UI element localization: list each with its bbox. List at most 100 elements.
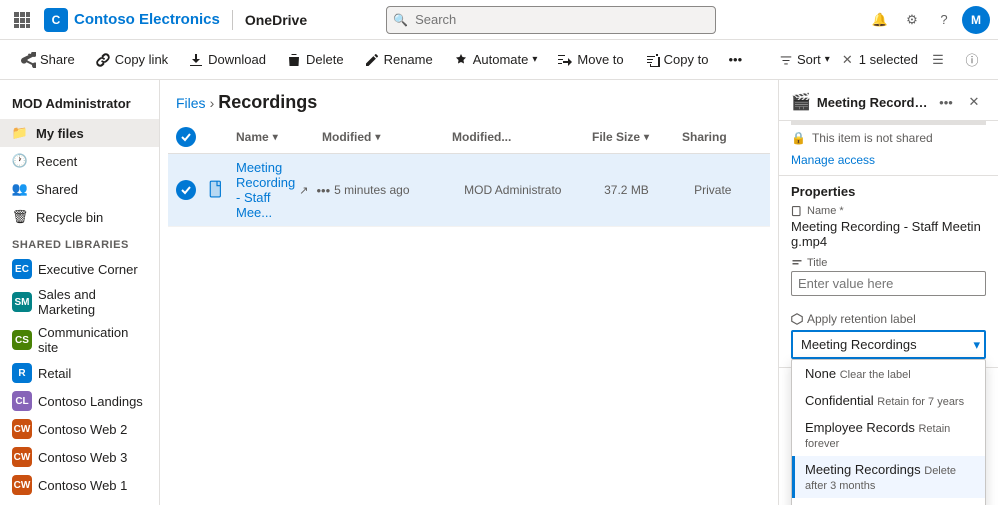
more-options-icon[interactable]: ••• <box>312 183 334 198</box>
lock-icon: 🔒 <box>791 131 806 145</box>
info-button[interactable]: ⓘ <box>958 46 986 74</box>
retention-label-section: Apply retention label Meeting Recordings… <box>779 308 998 363</box>
dropdown-item-personal-financial[interactable]: Personal Financial PII Retain for 3 year… <box>792 498 985 505</box>
title-input[interactable] <box>791 271 986 296</box>
shared-icon: 👥 <box>12 181 28 197</box>
close-filter-icon[interactable]: ✕ <box>842 52 853 68</box>
delete-button[interactable]: Delete <box>278 48 352 72</box>
breadcrumb-parent[interactable]: Files <box>176 95 206 111</box>
copy-to-button[interactable]: Copy to <box>636 48 717 72</box>
manage-access-link[interactable]: Manage access <box>779 151 998 175</box>
retail-avatar: R <box>12 363 32 383</box>
header-modified-by: Modified... <box>452 130 592 144</box>
size-sort-icon: ▾ <box>644 132 649 143</box>
header-check[interactable] <box>176 127 208 147</box>
sidebar-item-contoso-web2[interactable]: CW Contoso Web 2 <box>0 415 159 443</box>
more-button[interactable]: ••• <box>720 48 750 71</box>
download-button[interactable]: Download <box>180 48 274 72</box>
app-name: Contoso Electronics <box>74 11 220 28</box>
name-sort-icon: ▾ <box>273 132 278 143</box>
file-list-header: Name ▾ Modified ▾ Modified... File Size … <box>168 121 770 154</box>
row-check[interactable] <box>176 180 208 200</box>
file-type-icon <box>208 180 236 201</box>
panel-file-icon: 🎬 <box>791 92 811 112</box>
breadcrumb-separator: › <box>210 95 215 111</box>
logo-icon: C <box>44 8 68 32</box>
modified-cell: 5 minutes ago <box>334 183 464 197</box>
sidebar-item-recycle-bin[interactable]: 🗑 Recycle bin <box>0 203 159 231</box>
name-label: Name * <box>791 205 986 217</box>
sidebar-item-my-files[interactable]: 📁 My files <box>0 119 159 147</box>
content-area: Files › Recordings Name ▾ Modified ▾ <box>160 80 778 505</box>
retention-label-header: Apply retention label <box>791 312 986 326</box>
settings-button[interactable]: ⚙ <box>898 6 926 34</box>
header-name[interactable]: Name ▾ <box>236 130 322 144</box>
sidebar-user: MOD Administrator <box>0 88 159 119</box>
sidebar-item-executive-corner[interactable]: EC Executive Corner <box>0 255 159 283</box>
file-list: Name ▾ Modified ▾ Modified... File Size … <box>160 121 778 505</box>
share-button[interactable]: Share <box>12 48 83 72</box>
shared-libraries-label: Shared libraries <box>0 231 159 255</box>
file-name-value: Meeting Recording - Staff Meeting.mp4 <box>791 219 986 249</box>
retention-dropdown[interactable]: Meeting Recordings ▾ None Clear the labe… <box>791 330 986 359</box>
automate-button[interactable]: Automate ▾ <box>445 48 546 72</box>
sidebar-item-contoso-web3[interactable]: CW Contoso Web 3 <box>0 443 159 471</box>
help-button[interactable]: ? <box>930 6 958 34</box>
app-logo: C Contoso Electronics <box>44 8 220 32</box>
command-bar: Share Copy link Download Delete Rename A… <box>0 40 998 80</box>
contoso-landings-avatar: CL <box>12 391 32 411</box>
sidebar-item-recent[interactable]: 🕐 Recent <box>0 147 159 175</box>
user-avatar[interactable]: M <box>962 6 990 34</box>
my-files-icon: 📁 <box>12 125 28 141</box>
automate-chevron-icon: ▾ <box>532 54 537 65</box>
sales-marketing-avatar: SM <box>12 292 32 312</box>
contoso-web3-avatar: CW <box>12 447 32 467</box>
header-file-size[interactable]: File Size ▾ <box>592 130 682 144</box>
recycle-bin-icon: 🗑 <box>12 209 28 225</box>
sort-button[interactable]: Sort ▾ <box>773 48 836 71</box>
retention-dropdown-menu: None Clear the label Confidential Retain… <box>791 359 986 505</box>
file-name-cell[interactable]: Meeting Recording - Staff Mee... ↗ ••• <box>236 160 334 220</box>
panel-actions: ••• ✕ <box>934 90 986 114</box>
modified-by-cell: MOD Administrato <box>464 183 604 197</box>
properties-label: Properties <box>791 184 986 199</box>
file-size-cell: 37.2 MB <box>604 183 694 197</box>
header-check-icon[interactable] <box>176 127 196 147</box>
table-row[interactable]: Meeting Recording - Staff Mee... ↗ ••• 5… <box>168 154 770 227</box>
view-toggle-button[interactable]: ☰ <box>924 46 952 74</box>
sort-chevron-icon: ▾ <box>825 54 830 65</box>
sidebar-item-contoso-web1[interactable]: CW Contoso Web 1 <box>0 471 159 499</box>
share-icon: ↗ <box>299 184 308 197</box>
move-to-button[interactable]: Move to <box>549 48 631 72</box>
copy-link-button[interactable]: Copy link <box>87 48 176 72</box>
row-check-icon[interactable] <box>176 180 196 200</box>
sidebar-item-contoso-landings[interactable]: CL Contoso Landings <box>0 387 159 415</box>
sidebar-item-sales-marketing[interactable]: SM Sales and Marketing <box>0 283 159 321</box>
dropdown-item-confidential[interactable]: Confidential Retain for 7 years <box>792 387 985 414</box>
search-container: 🔍 <box>386 6 716 34</box>
dropdown-item-meeting-recordings[interactable]: Meeting Recordings Delete after 3 months <box>792 456 985 498</box>
sidebar-item-communication-site[interactable]: CS Communication site <box>0 321 159 359</box>
search-input[interactable] <box>386 6 716 34</box>
more-libraries-link[interactable]: More libraries <box>0 499 159 505</box>
panel-header: 🎬 Meeting Recording - Staf... ••• ✕ <box>779 80 998 121</box>
sidebar-item-retail[interactable]: R Retail <box>0 359 159 387</box>
dropdown-item-none[interactable]: None Clear the label <box>792 360 985 387</box>
topbar-divider <box>232 10 233 30</box>
panel-title: Meeting Recording - Staf... <box>817 95 928 110</box>
rename-button[interactable]: Rename <box>356 48 441 72</box>
dropdown-item-employee-records[interactable]: Employee Records Retain forever <box>792 414 985 456</box>
topbar-icons: 🔔 ⚙ ? M <box>866 6 990 34</box>
panel-close-button[interactable]: ✕ <box>962 90 986 114</box>
modified-sort-icon: ▾ <box>375 132 380 143</box>
retention-dropdown-value[interactable]: Meeting Recordings <box>791 330 986 359</box>
search-icon: 🔍 <box>393 13 408 27</box>
sidebar-item-shared[interactable]: 👥 Shared <box>0 175 159 203</box>
contoso-web2-avatar: CW <box>12 419 32 439</box>
sharing-cell: Private <box>694 183 774 197</box>
header-modified[interactable]: Modified ▾ <box>322 130 452 144</box>
apps-launcher-button[interactable] <box>8 6 36 34</box>
panel-more-button[interactable]: ••• <box>934 90 958 114</box>
notifications-button[interactable]: 🔔 <box>866 6 894 34</box>
properties-section: Properties Name * Meeting Recording - St… <box>779 175 998 308</box>
